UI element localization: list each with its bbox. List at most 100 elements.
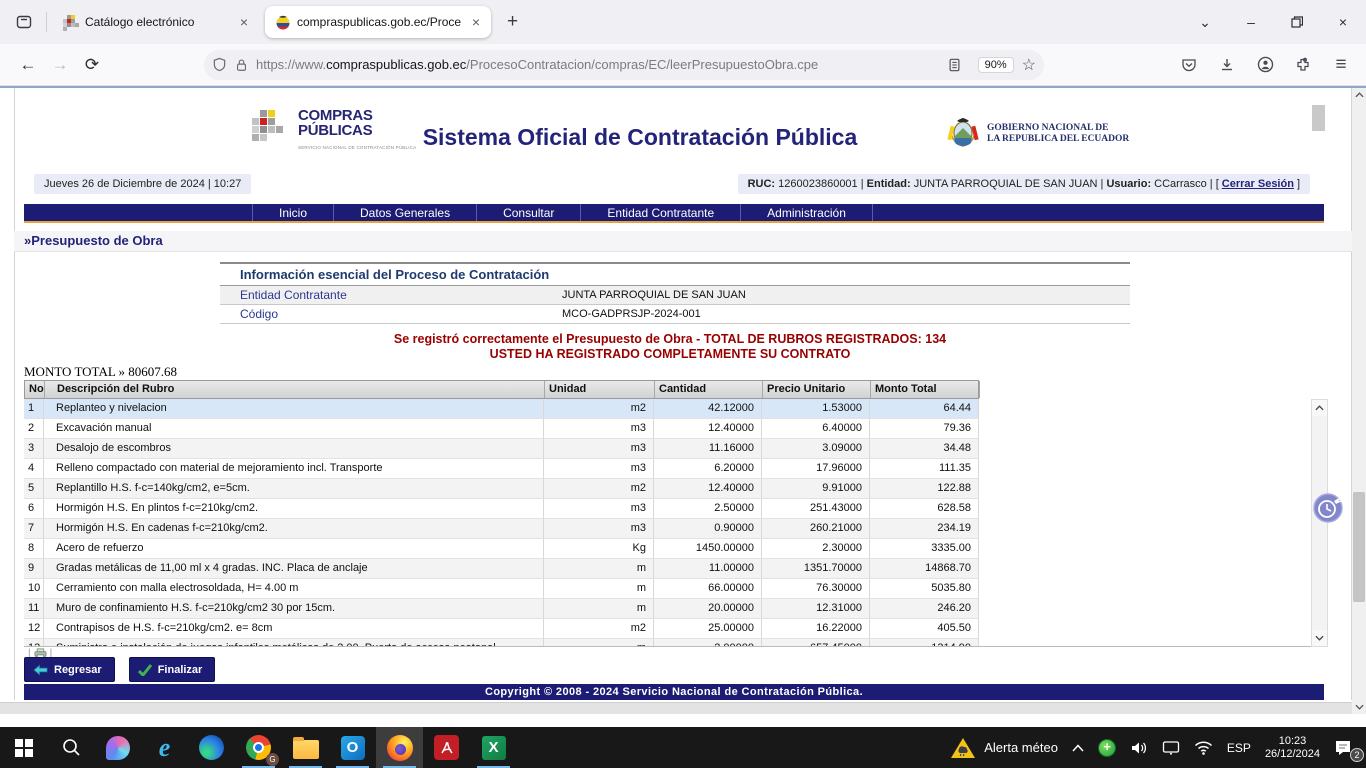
table-scrollbar-thumb[interactable] (1312, 105, 1325, 131)
info-row-value: JUNTA PARROQUIAL DE SAN JUAN (562, 289, 746, 301)
edge-button[interactable] (188, 727, 235, 768)
table-cell: 12.40000 (654, 419, 762, 438)
column-header: Precio Unitario (763, 381, 871, 398)
downloads-icon[interactable] (1212, 50, 1242, 80)
menu-hamburger-icon[interactable]: ≡ (1326, 50, 1356, 80)
forward-icon[interactable]: → (44, 50, 76, 80)
menu-item-inicio[interactable]: Inicio (252, 204, 334, 221)
browser-scrollbar-thumb[interactable] (1353, 492, 1365, 602)
table-cell: 0.90000 (654, 519, 762, 538)
tray-time: 10:23 (1279, 735, 1307, 748)
zoom-level-indicator[interactable]: 90% (978, 57, 1014, 73)
table-cell: 2.50000 (654, 499, 762, 518)
table-cell: 122.88 (870, 479, 979, 498)
table-cell: 628.58 (870, 499, 979, 518)
horizontal-scroll-band[interactable] (0, 702, 1366, 714)
gov-text-2: LA REPUBLICA DEL ECUADOR (987, 134, 1129, 145)
restore-button[interactable] (1274, 0, 1320, 44)
language-indicator[interactable]: ESP (1220, 727, 1258, 768)
table-cell: 10 (24, 579, 44, 598)
weather-alert[interactable]: Alerta méteo (943, 727, 1065, 768)
table-row: 9Gradas metálicas de 11,00 ml x 4 gradas… (24, 559, 979, 579)
tab-compraspublicas[interactable]: compraspublicas.gob.ec/Proce × (265, 6, 491, 38)
url-bar[interactable]: https://www.compraspublicas.gob.ec/Proce… (204, 50, 1044, 80)
antivirus-icon (1098, 739, 1116, 757)
back-arrow-icon (33, 664, 48, 676)
account-icon[interactable] (1250, 50, 1280, 80)
notification-center-button[interactable]: 2 (1327, 727, 1366, 768)
pocket-icon[interactable] (1174, 50, 1204, 80)
copilot-icon (106, 736, 130, 760)
acrobat-icon (434, 735, 459, 760)
url-text[interactable]: https://www.compraspublicas.gob.ec/Proce… (256, 57, 940, 72)
toolbar-right-icons: ≡ (1174, 50, 1356, 80)
clock[interactable]: 10:23 26/12/2024 (1258, 727, 1327, 768)
extensions-puzzle-icon[interactable] (1288, 50, 1318, 80)
logout-link[interactable]: Cerrar Sesión (1222, 178, 1294, 190)
table-cell: 3.09000 (762, 439, 870, 458)
table-cell: 260.21000 (762, 519, 870, 538)
reader-mode-icon[interactable] (940, 50, 970, 80)
usuario-label: Usuario: (1106, 178, 1151, 190)
scroll-up-icon[interactable] (1352, 88, 1366, 102)
volume-tray[interactable] (1123, 727, 1155, 768)
close-button[interactable]: × (1320, 0, 1366, 44)
table-cell: 8 (24, 539, 44, 558)
folder-icon (293, 740, 319, 759)
internet-explorer-button[interactable]: e (141, 727, 188, 768)
notification-badge: 2 (1350, 748, 1364, 762)
browser-scrollbar[interactable] (1352, 88, 1366, 714)
shield-icon[interactable] (212, 57, 227, 72)
reload-icon[interactable]: ⟳ (76, 50, 108, 80)
outlook-button[interactable]: O (329, 727, 376, 768)
table-cell: 2.30000 (762, 539, 870, 558)
table-cell: 7 (24, 519, 44, 538)
cast-tray[interactable] (1155, 727, 1187, 768)
scroll-down-icon[interactable] (1352, 700, 1366, 714)
wifi-tray[interactable] (1187, 727, 1220, 768)
menu-item-consultar[interactable]: Consultar (477, 204, 581, 221)
datetime-bar: Jueves 26 de Diciembre de 2024 | 10:27 (34, 174, 251, 194)
start-button[interactable] (0, 727, 47, 768)
menu-item-entidad-contratante[interactable]: Entidad Contratante (581, 204, 741, 221)
table-cell: Replanteo y nivelacion (44, 399, 544, 418)
tab-close-icon[interactable]: × (469, 14, 483, 30)
antivirus-tray[interactable] (1091, 727, 1123, 768)
excel-button[interactable]: X (470, 727, 517, 768)
action-bar: Regresar Finalizar (24, 657, 215, 682)
tray-chevron-up[interactable] (1065, 727, 1091, 768)
finalizar-label: Finalizar (158, 664, 203, 676)
table-scroll-down-icon[interactable] (1312, 630, 1327, 646)
tab-label: compraspublicas.gob.ec/Proce (297, 15, 463, 29)
bookmark-star-icon[interactable]: ☆ (1022, 55, 1036, 75)
table-cell: Excavación manual (44, 419, 544, 438)
browser-tab-bar: Catálogo electrónico × compraspublicas.g… (0, 0, 1366, 44)
table-cell: Kg (544, 539, 654, 558)
copilot-button[interactable] (94, 727, 141, 768)
acrobat-button[interactable] (423, 727, 470, 768)
menu-item-datos-generales[interactable]: Datos Generales (334, 204, 477, 221)
table-scroll-up-icon[interactable] (1312, 400, 1327, 416)
weather-alert-icon (950, 737, 976, 759)
menu-item-administración[interactable]: Administración (741, 204, 873, 221)
tab-close-icon[interactable]: × (237, 14, 251, 30)
tab-list-chevron-icon[interactable]: ⌄ (1182, 0, 1228, 44)
minimize-button[interactable]: – (1228, 0, 1274, 44)
back-icon[interactable]: ← (12, 50, 44, 80)
file-explorer-button[interactable] (282, 727, 329, 768)
new-tab-button[interactable]: + (497, 9, 528, 35)
info-row: Entidad ContratanteJUNTA PARROQUIAL DE S… (220, 286, 1130, 305)
tab-catalogo-electronico[interactable]: Catálogo electrónico × (53, 6, 259, 38)
monto-total-label: MONTO TOTAL » 80607.68 (24, 364, 177, 380)
table-cell: 34.48 (870, 439, 979, 458)
timer-extension-overlay-icon[interactable] (1312, 491, 1346, 525)
table-row: 3Desalojo de escombrosm311.160003.090003… (24, 439, 979, 459)
firefox-button[interactable] (376, 727, 423, 768)
chrome-button[interactable]: G (235, 727, 282, 768)
lock-icon[interactable] (235, 58, 248, 72)
search-button[interactable] (47, 727, 94, 768)
rubros-table-scroll-area[interactable]: 1Replanteo y nivelacionm242.120001.53000… (24, 399, 1328, 647)
firefox-view-icon[interactable] (8, 8, 40, 36)
finalizar-button[interactable]: Finalizar (129, 657, 216, 682)
regresar-button[interactable]: Regresar (24, 657, 115, 682)
